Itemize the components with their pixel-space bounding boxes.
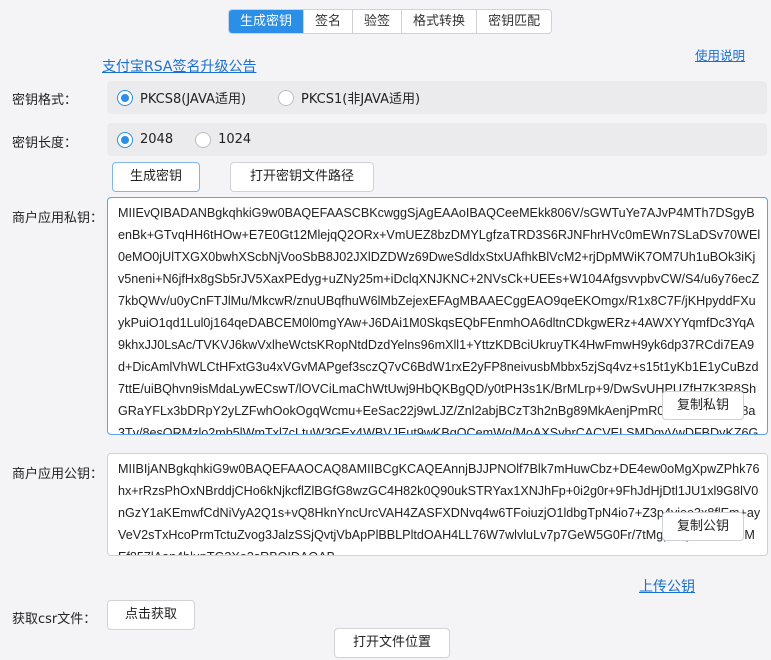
- copy-public-key-button[interactable]: 复制公钥: [662, 512, 745, 541]
- radio-pkcs8[interactable]: PKCS8(JAVA适用): [117, 88, 246, 107]
- csr-label: 获取csr文件：: [12, 612, 97, 627]
- radio-1024-label: 1024: [218, 132, 252, 147]
- generate-key-button[interactable]: 生成密钥: [112, 162, 200, 192]
- get-csr-button[interactable]: 点击获取: [107, 600, 195, 630]
- public-key-value: MIIBIjANBgkqhkiG9w0BAQEFAAOCAQ8AMIIBCgKC…: [118, 462, 761, 555]
- radio-selected-icon: [117, 89, 133, 106]
- radio-pkcs8-label: PKCS8(JAVA适用): [140, 92, 247, 107]
- radio-unselected-icon: [195, 131, 212, 148]
- private-key-label: 商户应用私钥：: [12, 211, 104, 226]
- radio-pkcs1[interactable]: PKCS1(非JAVA适用): [278, 88, 420, 107]
- key-length-options: 2048 1024: [107, 123, 767, 156]
- tab-bar: 生成密钥 签名 验签 格式转换 密钥匹配: [228, 9, 553, 34]
- key-length-label: 密钥长度：: [12, 136, 78, 151]
- radio-2048-label: 2048: [140, 132, 174, 147]
- radio-pkcs1-label: PKCS1(非JAVA适用): [301, 92, 421, 107]
- radio-unselected-icon: [278, 89, 295, 106]
- tab-format-convert[interactable]: 格式转换: [402, 10, 478, 33]
- copy-private-key-button[interactable]: 复制私钥: [662, 391, 745, 420]
- tab-verify[interactable]: 验签: [353, 10, 403, 33]
- tab-key-match[interactable]: 密钥匹配: [477, 10, 551, 33]
- radio-selected-icon: [117, 131, 133, 148]
- open-file-location-button[interactable]: 打开文件位置: [334, 628, 450, 658]
- upload-public-key-link[interactable]: 上传公钥: [639, 576, 695, 596]
- tab-sign[interactable]: 签名: [304, 10, 354, 33]
- public-key-label: 商户应用公钥：: [12, 467, 104, 482]
- key-format-label: 密钥格式：: [12, 93, 78, 108]
- open-key-path-button[interactable]: 打开密钥文件路径: [230, 162, 374, 192]
- help-link[interactable]: 使用说明: [695, 45, 745, 64]
- radio-1024[interactable]: 1024: [195, 131, 252, 148]
- key-format-options: PKCS8(JAVA适用) PKCS1(非JAVA适用): [107, 81, 767, 114]
- upgrade-notice-link[interactable]: 支付宝RSA签名升级公告: [102, 56, 256, 76]
- tab-generate-key[interactable]: 生成密钥: [229, 10, 305, 33]
- radio-2048[interactable]: 2048: [117, 131, 174, 148]
